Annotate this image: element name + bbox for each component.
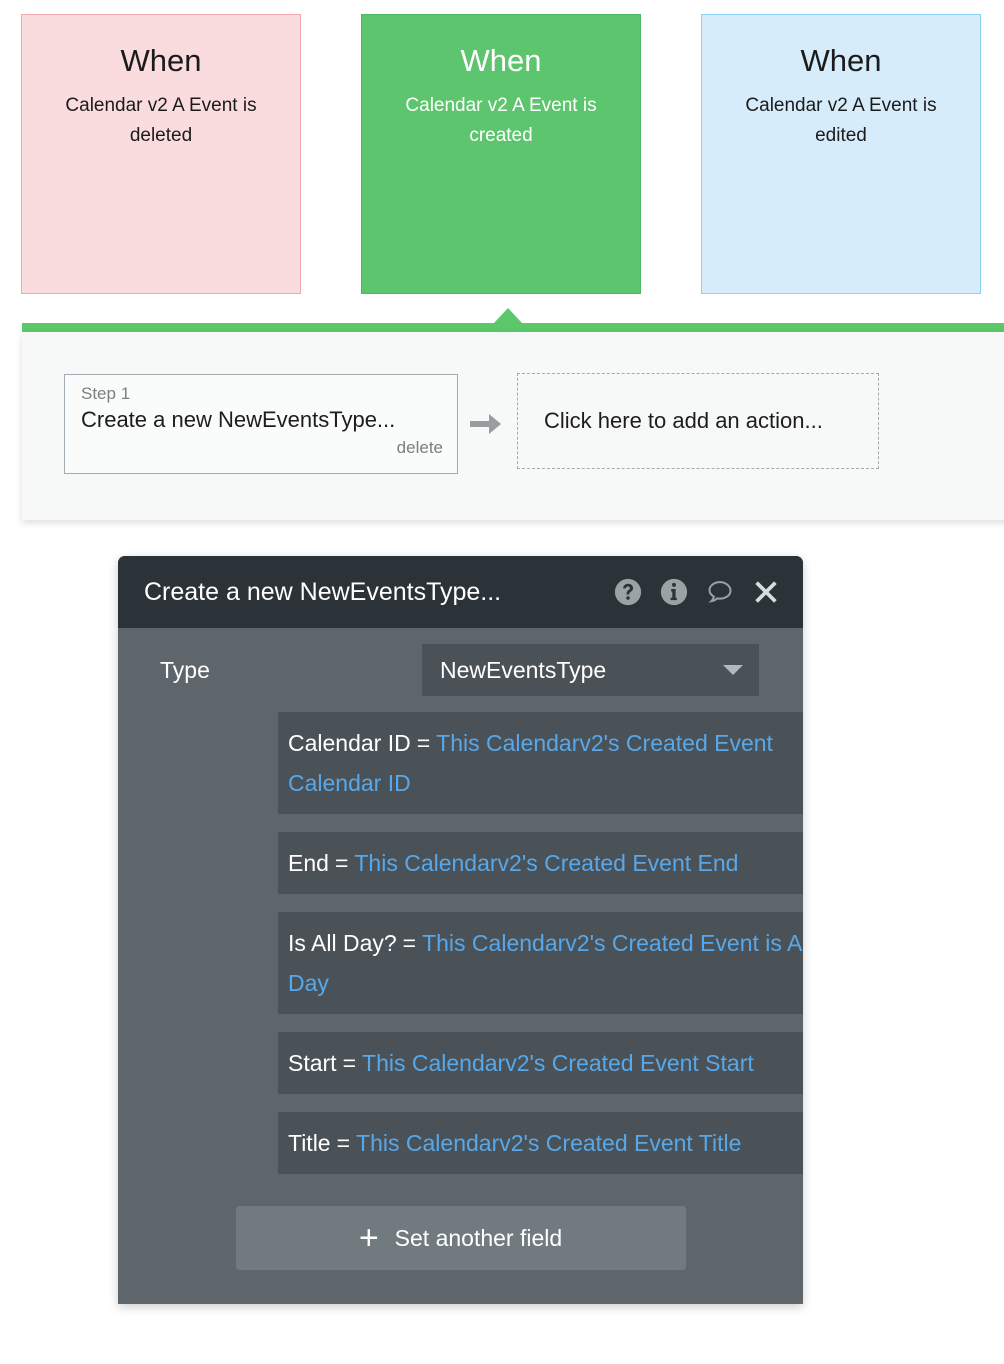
field-expression[interactable]: Is All Day? = This Calendarv2's Created Ev… [278, 912, 803, 1014]
set-another-field-label: Set another field [394, 1224, 563, 1251]
field-expression[interactable]: End = This Calendarv2's Created Event End [278, 832, 803, 894]
field-operator: = [336, 1130, 351, 1156]
help-circle-icon[interactable] [613, 577, 643, 607]
type-label: Type [160, 656, 210, 683]
field-name: End [288, 850, 329, 876]
set-another-field-button[interactable]: + Set another field [235, 1206, 686, 1270]
action-config-dialog: Create a new NewEventsType... Type NewEv… [118, 556, 803, 1304]
step-card-1[interactable]: Step 1 Create a new NewEventsType... del… [64, 374, 458, 474]
field-row: Calendar ID = This Calendarv2's Created Ev… [278, 712, 803, 814]
field-list: Calendar ID = This Calendarv2's Created Ev… [118, 712, 803, 1174]
add-action-button[interactable]: Click here to add an action... [517, 373, 879, 469]
dialog-header: Create a new NewEventsType... [118, 556, 803, 628]
active-trigger-connector-bar [22, 323, 1004, 332]
field-value[interactable]: This Calendarv2's Created Event Start [362, 1050, 754, 1076]
steps-strip: Step 1 Create a new NewEventsType... del… [22, 332, 1004, 520]
info-circle-icon[interactable] [659, 577, 689, 607]
field-expression[interactable]: Calendar ID = This Calendarv2's Created Ev… [278, 712, 803, 814]
set-another-field-row: + Set another field [118, 1192, 803, 1304]
trigger-heading: When [800, 43, 882, 78]
add-action-label: Click here to add an action... [544, 408, 823, 433]
step-number-label: Step 1 [81, 384, 131, 403]
field-value[interactable]: This Calendarv2's Created Event Title [356, 1130, 741, 1156]
comment-icon[interactable] [705, 577, 735, 607]
field-row: Is All Day? = This Calendarv2's Created Ev… [278, 912, 803, 1014]
arrow-right-icon [470, 414, 501, 434]
step-delete-link[interactable]: delete [81, 437, 443, 459]
field-expression[interactable]: Title = This Calendarv2's Created Event Ti… [278, 1112, 803, 1174]
field-operator: = [416, 730, 431, 756]
field-name: Start [288, 1050, 337, 1076]
trigger-card-edited[interactable]: When Calendar v2 A Event is edited [701, 14, 981, 294]
trigger-cards-row: When Calendar v2 A Event is deleted When… [0, 0, 1004, 300]
trigger-card-created[interactable]: When Calendar v2 A Event is created [361, 14, 641, 294]
trigger-description: Calendar v2 A Event is created [405, 95, 597, 146]
type-select[interactable]: NewEventsType [422, 644, 759, 696]
field-operator: = [334, 850, 349, 876]
step-title: Create a new NewEventsType... [81, 407, 396, 432]
trigger-heading: When [120, 43, 202, 78]
plus-icon: + [358, 1219, 379, 1257]
field-name: Is All Day? [288, 930, 397, 956]
trigger-heading: When [460, 43, 542, 78]
field-value[interactable]: This Calendarv2's Created Event End [354, 850, 738, 876]
field-row: End = This Calendarv2's Created Event End [278, 832, 803, 894]
field-row: Start = This Calendarv2's Created Event St… [278, 1032, 803, 1094]
trigger-description: Calendar v2 A Event is deleted [65, 95, 257, 146]
field-expression[interactable]: Start = This Calendarv2's Created Event St… [278, 1032, 803, 1094]
active-trigger-notch-icon [494, 308, 522, 323]
chevron-down-icon [723, 665, 743, 675]
field-operator: = [342, 1050, 357, 1076]
field-name: Calendar ID [288, 730, 411, 756]
type-row: Type NewEventsType [118, 628, 803, 712]
type-select-value: NewEventsType [440, 656, 607, 683]
field-operator: = [402, 930, 417, 956]
close-icon[interactable] [751, 577, 781, 607]
field-row: Title = This Calendarv2's Created Event Ti… [278, 1112, 803, 1174]
trigger-description: Calendar v2 A Event is edited [745, 95, 937, 146]
field-name: Title [288, 1130, 331, 1156]
dialog-title: Create a new NewEventsType... [144, 577, 502, 606]
trigger-card-deleted[interactable]: When Calendar v2 A Event is deleted [21, 14, 301, 294]
